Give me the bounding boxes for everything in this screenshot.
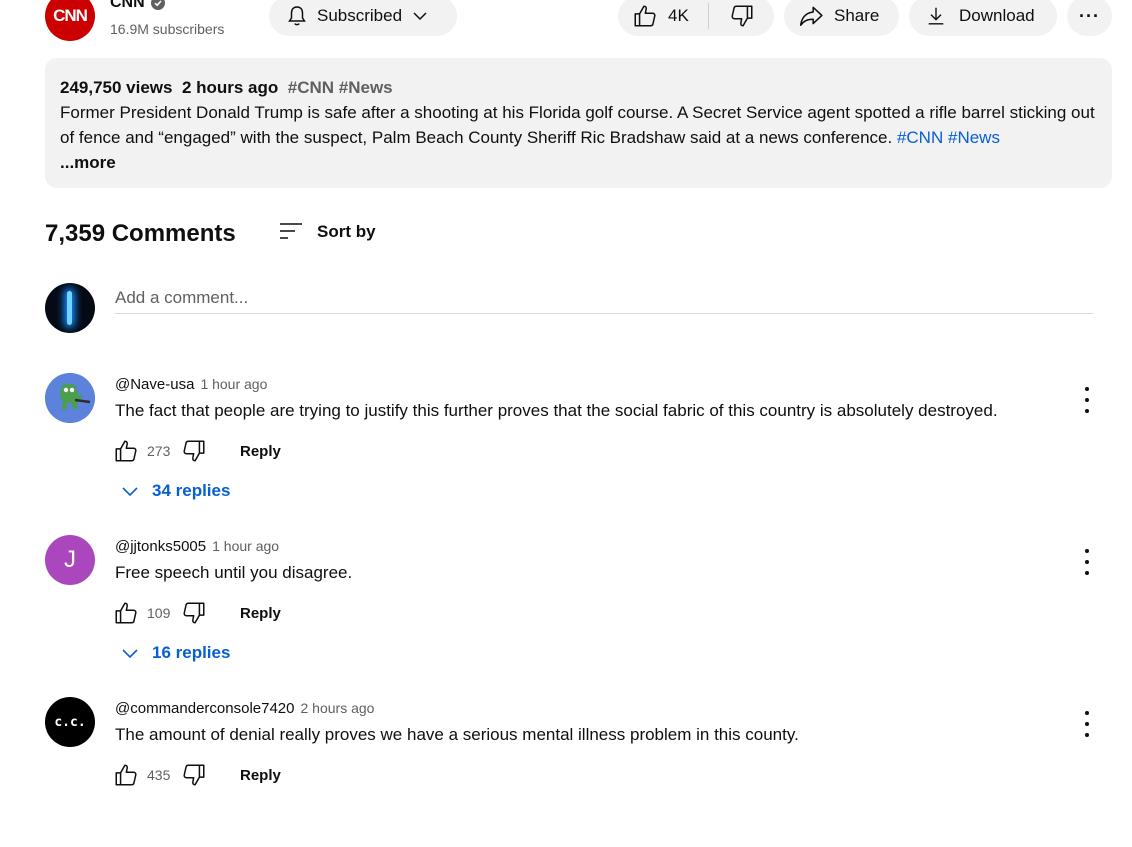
download-icon xyxy=(925,5,947,27)
view-replies-button[interactable]: 34 replies xyxy=(120,481,230,501)
verified-check-icon xyxy=(150,0,165,10)
thumbs-up-icon[interactable] xyxy=(113,600,139,626)
channel-name-label: CNN xyxy=(110,0,145,11)
menu-dot xyxy=(1085,571,1089,575)
commenter-avatar[interactable]: J xyxy=(45,535,95,585)
comment-text: Free speech until you disagree. xyxy=(115,563,353,582)
comment-thread: @Nave-usa 1 hour ago The fact that peopl… xyxy=(45,373,1112,523)
menu-dot xyxy=(1085,387,1089,391)
reply-button[interactable]: Reply xyxy=(240,605,281,622)
comment-like-count: 435 xyxy=(147,767,171,783)
menu-dot xyxy=(1085,711,1089,715)
subscriber-count: 16.9M subscribers xyxy=(110,21,225,37)
thumbs-up-icon[interactable] xyxy=(113,762,139,788)
comment-time[interactable]: 1 hour ago xyxy=(200,376,267,392)
comment-like-count: 273 xyxy=(147,443,171,459)
description-meta: 249,750 views 2 hours ago #CNN #News xyxy=(60,75,1097,100)
avatar-letter: J xyxy=(64,546,76,573)
comment-header: @Nave-usa 1 hour ago xyxy=(115,376,267,393)
channel-name[interactable]: CNN xyxy=(110,0,165,12)
share-button[interactable]: Share xyxy=(784,0,899,36)
menu-dot xyxy=(1085,722,1089,726)
add-comment-input[interactable] xyxy=(115,283,1093,314)
comment-time[interactable]: 1 hour ago xyxy=(212,538,279,554)
comment-thread: J @jjtonks5005 1 hour ago Free speech un… xyxy=(45,535,1112,685)
thumbs-up-icon xyxy=(632,3,658,29)
thumbs-down-icon[interactable] xyxy=(181,438,207,464)
comment-text: The fact that people are trying to justi… xyxy=(115,401,998,420)
avatar-initials: c.c. xyxy=(54,714,86,730)
hashtag-link-cnn[interactable]: #CNN xyxy=(897,128,943,147)
sort-icon xyxy=(279,220,303,244)
upload-time: 2 hours ago xyxy=(181,78,279,97)
video-description[interactable]: 249,750 views 2 hours ago #CNN #News For… xyxy=(45,58,1112,188)
menu-dot xyxy=(1085,409,1089,413)
channel-logo-text: CNN xyxy=(53,6,88,25)
description-body: Former President Donald Trump is safe af… xyxy=(60,100,1097,150)
replies-count: 16 replies xyxy=(152,643,231,662)
comment-author[interactable]: @commanderconsole7420 xyxy=(115,700,295,717)
more-actions-button[interactable]: ··· xyxy=(1067,0,1112,36)
view-count: 249,750 views xyxy=(60,78,173,97)
hashtag-link-news[interactable]: #News xyxy=(948,128,1000,147)
comment-thread: c.c. @commanderconsole7420 2 hours ago T… xyxy=(45,697,1112,847)
avatar-glow-shape xyxy=(67,291,72,325)
comment-menu-button[interactable] xyxy=(1077,387,1097,413)
comment-header: @commanderconsole7420 2 hours ago xyxy=(115,700,374,717)
replies-count: 34 replies xyxy=(152,481,231,500)
comment-actions: 273 Reply xyxy=(113,438,281,464)
view-replies-button[interactable]: 16 replies xyxy=(120,643,230,663)
comment-menu-button[interactable] xyxy=(1077,549,1097,575)
chevron-down-icon xyxy=(410,6,430,26)
like-dislike-group: 4K xyxy=(618,0,774,36)
comment-author[interactable]: @jjtonks5005 xyxy=(115,538,206,555)
show-more-link[interactable]: ...more xyxy=(60,150,1097,175)
thumbs-down-icon[interactable] xyxy=(181,762,207,788)
sort-by-label: Sort by xyxy=(317,222,376,241)
comments-count: 7,359 Comments xyxy=(45,220,236,247)
more-horizontal-icon: ··· xyxy=(1079,5,1100,26)
chevron-down-icon xyxy=(120,643,140,663)
thumbs-up-icon[interactable] xyxy=(113,438,139,464)
description-tags[interactable]: #CNN #News xyxy=(288,78,393,97)
chevron-down-icon xyxy=(120,481,140,501)
share-arrow-icon xyxy=(798,3,824,29)
comment-header: @jjtonks5005 1 hour ago xyxy=(115,538,279,555)
menu-dot xyxy=(1085,398,1089,402)
menu-dot xyxy=(1085,733,1089,737)
like-button[interactable]: 4K xyxy=(618,0,708,36)
bell-icon xyxy=(285,4,309,28)
comment-actions: 109 Reply xyxy=(113,600,281,626)
channel-avatar[interactable]: CNN xyxy=(45,0,95,41)
reply-button[interactable]: Reply xyxy=(240,443,281,460)
thumbs-down-icon xyxy=(729,3,755,29)
like-count: 4K xyxy=(668,6,689,25)
menu-dot xyxy=(1085,549,1089,553)
comment-time[interactable]: 2 hours ago xyxy=(301,700,375,716)
dislike-button[interactable] xyxy=(709,0,774,36)
menu-dot xyxy=(1085,560,1089,564)
commenter-avatar[interactable]: c.c. xyxy=(45,697,95,747)
sort-by-button[interactable]: Sort by xyxy=(279,220,376,244)
subscribed-label: Subscribed xyxy=(317,6,403,25)
comment-menu-button[interactable] xyxy=(1077,711,1097,737)
thumbs-down-icon[interactable] xyxy=(181,600,207,626)
comment-like-count: 109 xyxy=(147,605,171,621)
commenter-avatar[interactable] xyxy=(45,373,95,423)
comment-text: The amount of denial really proves we ha… xyxy=(115,725,799,744)
download-label: Download xyxy=(959,6,1035,25)
comment-actions: 435 Reply xyxy=(113,762,281,788)
user-avatar xyxy=(45,283,95,333)
reply-button[interactable]: Reply xyxy=(240,767,281,784)
comment-author[interactable]: @Nave-usa xyxy=(115,376,194,393)
download-button[interactable]: Download xyxy=(909,0,1057,36)
subscribed-button[interactable]: Subscribed xyxy=(269,0,457,36)
share-label: Share xyxy=(834,6,880,25)
